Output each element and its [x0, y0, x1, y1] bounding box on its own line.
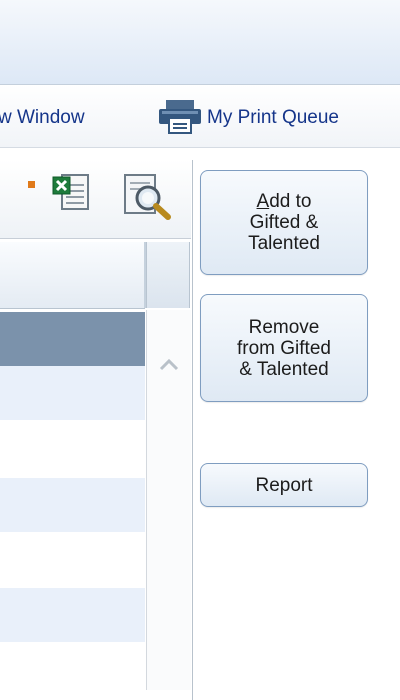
scroll-up-icon[interactable]	[159, 357, 179, 371]
table-row[interactable]	[0, 420, 145, 478]
my-print-queue-link[interactable]: My Print Queue	[207, 107, 339, 129]
add-to-gifted-talented-button[interactable]: Add to Gifted & Talented	[200, 170, 368, 275]
table-row[interactable]	[0, 588, 145, 642]
table-row[interactable]	[0, 478, 145, 532]
page-header-band	[0, 0, 400, 85]
button-label-line: Gifted &	[249, 212, 319, 233]
new-window-link[interactable]: w Window	[0, 107, 85, 129]
report-button[interactable]: Report	[200, 463, 368, 507]
table-row[interactable]	[0, 642, 145, 684]
access-key-letter: A	[256, 191, 270, 212]
button-label: Report	[255, 474, 313, 496]
button-label-line: Remove	[248, 316, 320, 338]
printer-icon[interactable]	[158, 100, 202, 134]
button-label-line: from Gifted	[237, 337, 331, 359]
button-label-line: dd to	[269, 191, 312, 212]
button-label-line: & Talented	[239, 358, 329, 380]
orange-dot-icon	[28, 181, 35, 188]
table-row[interactable]	[0, 532, 145, 588]
scrollbar-header-corner	[146, 242, 190, 308]
remove-from-gifted-talented-button[interactable]: Remove from Gifted & Talented	[200, 294, 368, 402]
table-row-selected[interactable]	[0, 312, 145, 366]
print-preview-icon[interactable]	[121, 172, 173, 220]
excel-export-icon[interactable]	[51, 172, 91, 212]
table-row[interactable]	[0, 366, 145, 420]
button-label-line: Talented	[248, 233, 320, 254]
grid-column-header[interactable]	[0, 242, 145, 309]
